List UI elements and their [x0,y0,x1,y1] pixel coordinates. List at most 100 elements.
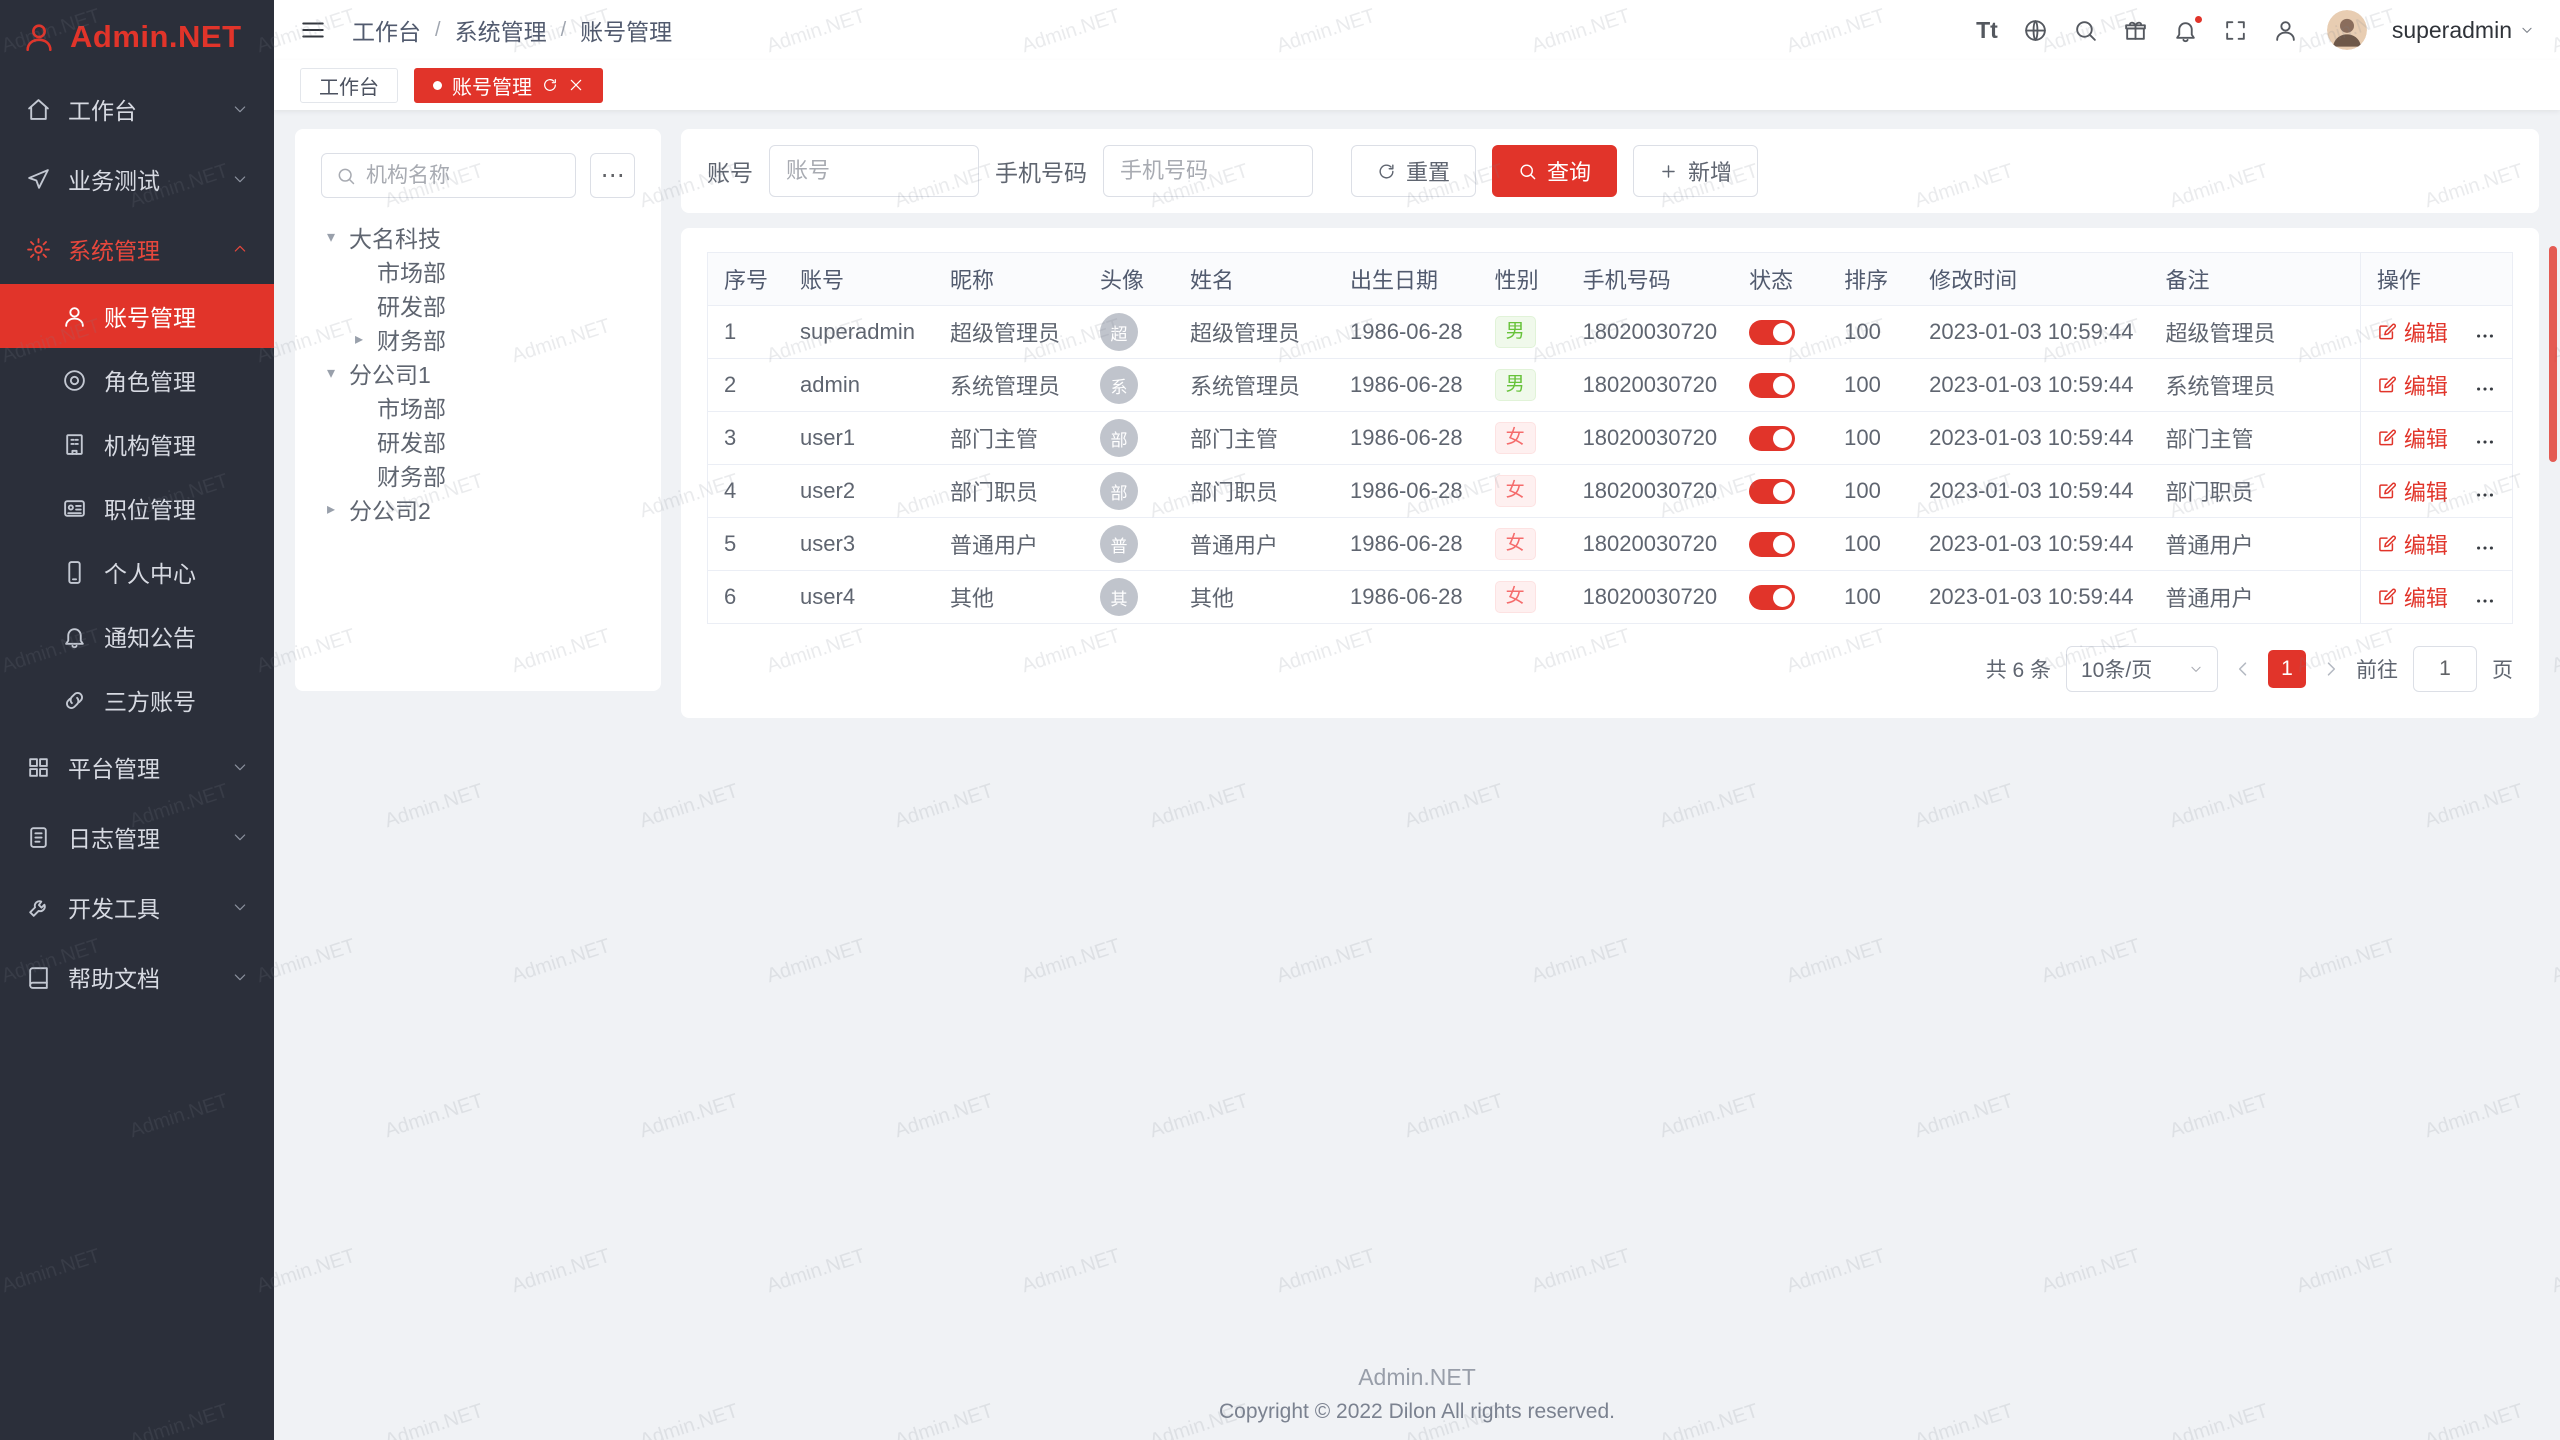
add-button[interactable]: 新增 [1633,145,1758,197]
tree-node[interactable]: ▸ 财务部 [321,322,635,356]
caret-down-icon[interactable]: ▾ [321,363,341,383]
caret-down-icon[interactable]: ▾ [321,227,341,247]
language-icon[interactable] [2023,18,2048,43]
table-row[interactable]: 2 admin 系统管理员 系 系统管理员 1986-06-28 男 18020… [708,359,2513,412]
search-label: 查询 [1547,155,1591,187]
cell-actions: 编辑 [2360,518,2512,571]
sidebar-item-third-account[interactable]: 三方账号 [0,668,274,732]
status-toggle[interactable] [1749,479,1795,504]
prev-page-button[interactable] [2233,659,2253,679]
tree-node-group[interactable]: ▾ 分公司1 [321,356,635,390]
close-icon[interactable] [568,77,584,93]
edit-button[interactable]: 编辑 [2377,528,2448,560]
sidebar-item-system[interactable]: 系统管理 [0,214,274,284]
user-menu[interactable]: superadmin [2392,17,2534,44]
sidebar-item-notice[interactable]: 通知公告 [0,604,274,668]
sidebar-item-profile[interactable]: 个人中心 [0,540,274,604]
footer-copyright: Copyright © 2022 Dilon All rights reserv… [274,1400,2560,1424]
phone-input[interactable] [1103,145,1313,197]
sidebar-item-devtools[interactable]: 开发工具 [0,872,274,942]
row-more-button[interactable] [2474,378,2496,400]
sidebar-item-post[interactable]: 职位管理 [0,476,274,540]
table-row[interactable]: 1 superadmin 超级管理员 超 超级管理员 1986-06-28 男 … [708,306,2513,359]
account-table-panel: 序号 账号 昵称 头像 姓名 出生日期 性别 手机号码 状态 排序 修改时间 [681,228,2539,718]
cell-birthdate: 1986-06-28 [1334,571,1479,624]
tab-workbench[interactable]: 工作台 [300,68,398,103]
refresh-icon [1377,162,1396,181]
logo[interactable]: Admin.NET [0,0,274,74]
table-row[interactable]: 6 user4 其他 其 其他 1986-06-28 女 18020030720… [708,571,2513,624]
goto-page-input[interactable] [2413,646,2477,692]
edit-button[interactable]: 编辑 [2377,475,2448,507]
theme-icon[interactable] [2123,18,2148,43]
status-toggle[interactable] [1749,373,1795,398]
test-icon [26,167,51,192]
font-size-icon[interactable]: Tt [1976,19,1998,42]
status-toggle[interactable] [1749,426,1795,451]
sidebar-item-docs[interactable]: 帮助文档 [0,942,274,1012]
bell-icon[interactable] [2173,18,2198,43]
status-toggle[interactable] [1749,585,1795,610]
user-settings-icon[interactable] [2273,18,2298,43]
tree-node[interactable]: 市场部 [321,254,635,288]
cell-modified-time: 2023-01-03 10:59:44 [1913,359,2149,412]
org-tree-panel: ⋯ ▾ 大名科技 市场部 研发部 [295,129,661,691]
sidebar-item-label: 通知公告 [104,619,196,653]
tree-node[interactable]: 研发部 [321,424,635,458]
hamburger-menu-icon[interactable] [300,17,326,43]
refresh-icon[interactable] [542,77,558,93]
account-input[interactable] [769,145,979,197]
page-size-select[interactable]: 10条/页 [2066,646,2218,692]
edit-button[interactable]: 编辑 [2377,422,2448,454]
caret-right-icon[interactable]: ▸ [349,329,369,349]
search-icon[interactable] [2073,18,2098,43]
org-more-button[interactable]: ⋯ [590,153,635,198]
next-page-button[interactable] [2321,659,2341,679]
sidebar-item-account[interactable]: 账号管理 [0,284,274,348]
cell-order: 100 [1828,571,1913,624]
table-row[interactable]: 4 user2 部门职员 部 部门职员 1986-06-28 女 1802003… [708,465,2513,518]
edit-label: 编辑 [2404,422,2448,454]
row-more-button[interactable] [2474,484,2496,506]
sidebar-item-business-test[interactable]: 业务测试 [0,144,274,214]
sex-tag: 男 [1495,369,1536,401]
tree-node[interactable]: 财务部 [321,458,635,492]
sidebar-item-org[interactable]: 机构管理 [0,412,274,476]
search-button[interactable]: 查询 [1492,145,1617,197]
tab-account-management[interactable]: 账号管理 [414,68,603,103]
sidebar-item-logs[interactable]: 日志管理 [0,802,274,872]
current-page[interactable]: 1 [2268,650,2306,688]
tree-node-group[interactable]: ▸ 分公司2 [321,492,635,526]
row-more-button[interactable] [2474,537,2496,559]
row-more-button[interactable] [2474,431,2496,453]
tree-node[interactable]: 研发部 [321,288,635,322]
status-toggle[interactable] [1749,532,1795,557]
table-row[interactable]: 5 user3 普通用户 普 普通用户 1986-06-28 女 1802003… [708,518,2513,571]
table-header-row: 序号 账号 昵称 头像 姓名 出生日期 性别 手机号码 状态 排序 修改时间 [708,253,2513,306]
edit-button[interactable]: 编辑 [2377,581,2448,613]
avatar[interactable] [2327,10,2367,50]
table-row[interactable]: 3 user1 部门主管 部 部门主管 1986-06-28 女 1802003… [708,412,2513,465]
row-avatar: 其 [1100,578,1138,616]
org-search-input[interactable] [366,164,561,188]
tree-node[interactable]: 市场部 [321,390,635,424]
sex-tag: 女 [1495,528,1536,560]
sidebar-item-label: 帮助文档 [68,960,160,994]
row-more-button[interactable] [2474,590,2496,612]
fullscreen-icon[interactable] [2223,18,2248,43]
breadcrumb-item-workbench[interactable]: 工作台 [352,13,421,47]
caret-right-icon[interactable]: ▸ [321,499,341,519]
sidebar-item-label: 角色管理 [104,363,196,397]
sidebar-item-platform[interactable]: 平台管理 [0,732,274,802]
scrollbar-thumb[interactable] [2549,246,2557,462]
row-more-button[interactable] [2474,325,2496,347]
sidebar-item-workbench[interactable]: 工作台 [0,74,274,144]
edit-button[interactable]: 编辑 [2377,369,2448,401]
reset-button[interactable]: 重置 [1351,145,1476,197]
breadcrumb-item-system[interactable]: 系统管理 [455,13,547,47]
sidebar-item-role[interactable]: 角色管理 [0,348,274,412]
tree-node-group[interactable]: ▾ 大名科技 [321,220,635,254]
status-toggle[interactable] [1749,320,1795,345]
edit-button[interactable]: 编辑 [2377,316,2448,348]
sidebar-menu: 工作台 业务测试 系统管理 账号管理 角色管理 [0,74,274,1440]
